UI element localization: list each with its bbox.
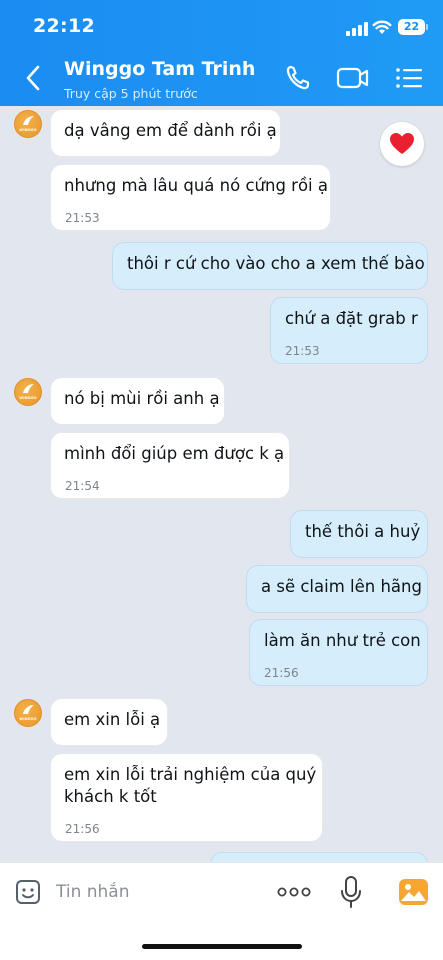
more-options-button[interactable] xyxy=(277,885,311,899)
avatar-label: WINGGO xyxy=(19,717,37,721)
home-indicator xyxy=(142,944,302,949)
call-button[interactable] xyxy=(284,64,314,92)
battery-tip xyxy=(426,24,428,30)
message-text: làm ăn như trẻ con xyxy=(264,631,421,650)
battery-indicator: 22 xyxy=(398,19,425,35)
message-text: chứ a đặt grab r xyxy=(285,309,418,328)
image-gallery-button[interactable] xyxy=(399,879,428,905)
wifi-icon xyxy=(372,20,392,34)
message-text: thôi r cứ cho vào cho a xem thế bào xyxy=(127,254,425,273)
status-bar: 22:12 22 xyxy=(0,0,443,54)
cellular-signal-icon xyxy=(346,22,368,36)
message-time: 21:53 xyxy=(285,344,320,358)
message-bubble-outgoing[interactable]: thế thôi a huỷ xyxy=(290,510,428,558)
message-text: nhưng mà lâu quá nó cứng rồi ạ xyxy=(64,176,328,195)
message-time: 21:56 xyxy=(65,822,100,836)
message-bubble-outgoing[interactable] xyxy=(210,852,428,862)
message-list[interactable]: WINGGO dạ vâng em để dành rồi ạ nhưng mà… xyxy=(0,106,443,862)
contact-avatar[interactable]: WINGGO xyxy=(14,699,42,727)
microphone-button[interactable] xyxy=(340,876,362,908)
message-bubble-incoming[interactable]: dạ vâng em để dành rồi ạ xyxy=(50,109,281,157)
message-bubble-incoming[interactable]: nhưng mà lâu quá nó cứng rồi ạ 21:53 xyxy=(50,164,331,231)
message-bubble-incoming[interactable]: em xin lỗi trải nghiệm của quý khách k t… xyxy=(50,753,323,842)
message-text: dạ vâng em để dành rồi ạ xyxy=(64,121,277,140)
message-time: 21:56 xyxy=(264,666,299,680)
message-text: mình đổi giúp em được k ạ xyxy=(64,444,285,463)
message-text: nó bị mùi rồi anh ạ xyxy=(64,389,220,408)
message-text: a sẽ claim lên hãng xyxy=(261,577,422,596)
contact-avatar[interactable]: WINGGO xyxy=(14,378,42,406)
avatar-label: WINGGO xyxy=(19,396,37,400)
message-input[interactable] xyxy=(56,879,256,905)
message-text: em xin lỗi ạ xyxy=(64,710,161,729)
message-bubble-incoming[interactable]: em xin lỗi ạ xyxy=(50,698,168,746)
message-text: thế thôi a huỷ xyxy=(305,522,421,541)
reaction-button[interactable] xyxy=(380,122,424,166)
message-bubble-incoming[interactable]: nó bị mùi rồi anh ạ xyxy=(50,377,225,425)
message-bubble-incoming[interactable]: mình đổi giúp em được k ạ 21:54 xyxy=(50,432,290,499)
message-bubble-outgoing[interactable]: thôi r cứ cho vào cho a xem thế bào xyxy=(112,242,428,290)
message-input-bar xyxy=(0,862,443,960)
video-call-button[interactable] xyxy=(336,64,370,92)
heart-icon xyxy=(390,133,414,154)
message-bubble-outgoing[interactable]: chứ a đặt grab r 21:53 xyxy=(270,297,428,364)
logo-icon xyxy=(23,705,34,714)
message-time: 21:53 xyxy=(65,211,100,225)
message-bubble-outgoing[interactable]: làm ăn như trẻ con 21:56 xyxy=(249,619,428,686)
contact-name[interactable]: Winggo Tam Trinh xyxy=(64,58,255,80)
sticker-button[interactable] xyxy=(13,877,43,907)
message-text: em xin lỗi trải nghiệm của quý khách k t… xyxy=(64,765,317,806)
logo-icon xyxy=(23,384,34,393)
status-time: 22:12 xyxy=(33,15,95,37)
message-bubble-outgoing[interactable]: a sẽ claim lên hãng xyxy=(246,565,428,613)
logo-icon xyxy=(23,116,34,125)
contact-avatar[interactable]: WINGGO xyxy=(14,110,42,138)
contact-last-seen: Truy cập 5 phút trước xyxy=(64,86,198,101)
avatar-label: WINGGO xyxy=(19,128,37,132)
chat-header: 22:12 22 Winggo Tam Trinh Truy cập 5 phú… xyxy=(0,0,443,106)
back-button[interactable] xyxy=(22,64,46,92)
message-time: 21:54 xyxy=(65,479,100,493)
menu-button[interactable] xyxy=(394,64,424,92)
